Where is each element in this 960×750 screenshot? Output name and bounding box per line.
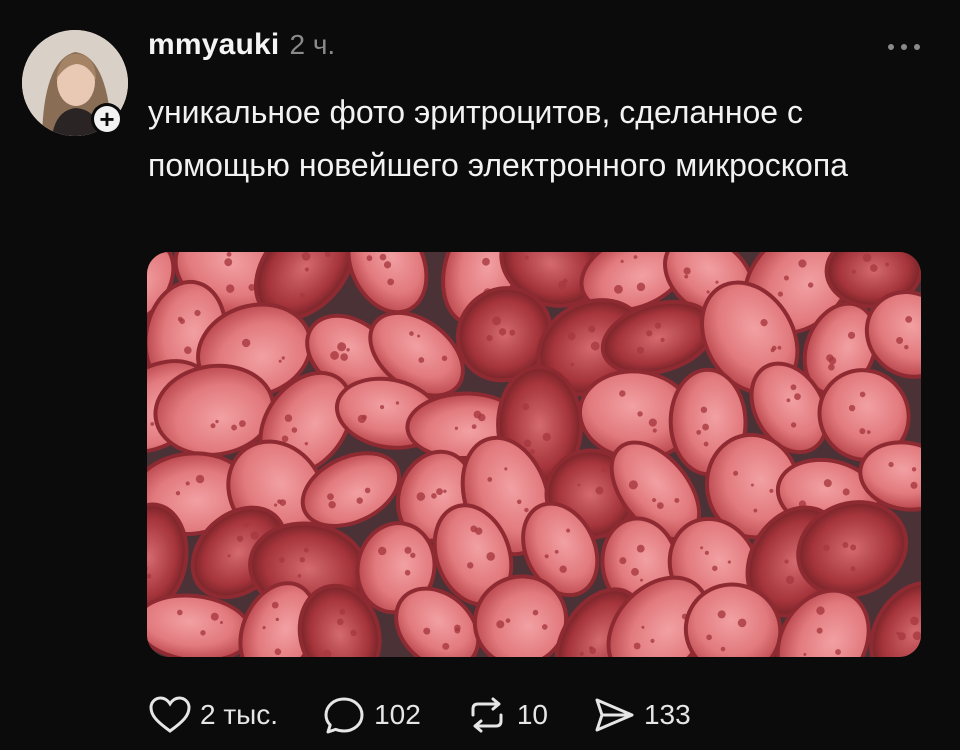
post-header: mmyauki 2 ч. xyxy=(148,28,335,62)
repost-button[interactable]: 10 xyxy=(465,695,548,735)
comment-bubble-icon xyxy=(324,697,364,734)
send-icon xyxy=(595,698,634,732)
repost-count: 10 xyxy=(516,699,548,730)
post-photo xyxy=(147,252,921,657)
post-image[interactable] xyxy=(147,252,921,657)
repost-arrows-icon xyxy=(471,697,503,733)
username[interactable]: mmyauki xyxy=(148,28,279,62)
action-bar: 2 тыс. 102 10 133 xyxy=(148,695,735,735)
more-dots-icon[interactable] xyxy=(888,44,920,50)
comment-count: 102 xyxy=(374,699,421,730)
follow-button[interactable]: + xyxy=(91,103,123,135)
like-count: 2 тыс. xyxy=(200,699,279,730)
post-text: уникальное фото эритроцитов, сделанное с… xyxy=(148,94,848,183)
plus-icon: + xyxy=(94,106,120,132)
comment-button[interactable]: 102 xyxy=(322,695,421,735)
heart-icon xyxy=(149,696,191,733)
share-button[interactable]: 133 xyxy=(592,695,691,735)
share-count: 133 xyxy=(643,699,691,730)
like-button[interactable]: 2 тыс. xyxy=(148,695,278,735)
post-time: 2 ч. xyxy=(289,29,336,60)
